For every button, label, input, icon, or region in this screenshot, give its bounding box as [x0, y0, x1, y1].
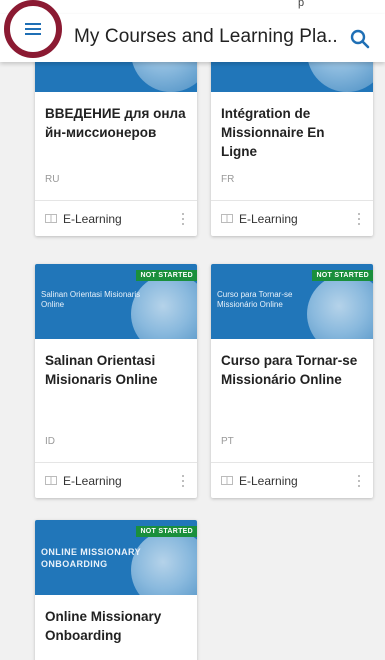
more-options-button[interactable]	[175, 210, 191, 228]
course-type: E-Learning	[63, 473, 122, 488]
course-language: RU	[45, 174, 60, 185]
course-card[interactable]: NOT STARTED Curso para Tornar-se Mission…	[211, 264, 373, 498]
more-options-button[interactable]	[351, 472, 367, 490]
course-type: E-Learning	[239, 473, 298, 488]
elearning-icon	[45, 475, 57, 485]
elearning-icon	[45, 213, 57, 223]
course-type: E-Learning	[239, 211, 298, 226]
elearning-icon	[221, 475, 233, 485]
card-footer: E-Learning	[211, 200, 373, 236]
course-banner: NOT STARTED ONLINE MISSIONARY ONBOARDING	[35, 520, 197, 595]
menu-button[interactable]	[4, 0, 62, 58]
course-grid: ВВЕДЕНИЕ для онла йн-миссионеров RU E-Le…	[0, 62, 385, 660]
globe-image	[307, 62, 373, 92]
elearning-icon	[221, 213, 233, 223]
banner-text: Salinan Orientasi Misionaris Online	[41, 290, 141, 309]
globe-image	[131, 62, 197, 92]
card-footer: E-Learning	[211, 462, 373, 498]
status-badge: NOT STARTED	[136, 270, 197, 281]
more-options-button[interactable]	[175, 472, 191, 490]
course-banner: NOT STARTED Curso para Tornar-se Mission…	[211, 264, 373, 339]
course-title: Salinan Orientasi Misionaris Online	[45, 353, 158, 387]
search-button[interactable]	[349, 28, 371, 50]
course-card[interactable]: ВВЕДЕНИЕ для онла йн-миссионеров RU E-Le…	[35, 62, 197, 236]
course-banner: NOT STARTED Salinan Orientasi Misionaris…	[35, 264, 197, 339]
course-card[interactable]: NOT STARTED ONLINE MISSIONARY ONBOARDING…	[35, 520, 197, 660]
course-banner	[211, 62, 373, 92]
more-options-button[interactable]	[351, 210, 367, 228]
banner-text: ONLINE MISSIONARY ONBOARDING	[41, 547, 141, 569]
card-footer: E-Learning	[35, 462, 197, 498]
kebab-icon	[358, 213, 360, 215]
course-title: ВВЕДЕНИЕ для онла йн-миссионеров	[45, 106, 186, 140]
kebab-icon	[182, 213, 184, 215]
course-title: Intégration de Missionnaire En Ligne	[221, 106, 325, 159]
course-language: FR	[221, 174, 235, 185]
course-language: ID	[45, 436, 55, 447]
status-badge: NOT STARTED	[312, 270, 373, 281]
course-title: Online Missionary Onboarding	[45, 609, 162, 643]
course-title: Curso para Tornar-se Missionário Online	[221, 353, 358, 387]
kebab-icon	[182, 475, 184, 477]
card-footer: E-Learning	[35, 200, 197, 236]
course-language: PT	[221, 436, 234, 447]
status-strip: p	[0, 0, 385, 14]
course-type: E-Learning	[63, 211, 122, 226]
course-card[interactable]: Intégration de Missionnaire En Ligne FR …	[211, 62, 373, 236]
status-fragment: p	[298, 0, 305, 9]
banner-text: Curso para Tornar-se Missionário Online	[217, 290, 293, 309]
hamburger-icon	[25, 23, 41, 35]
status-badge: NOT STARTED	[136, 526, 197, 537]
kebab-icon	[358, 475, 360, 477]
course-card[interactable]: NOT STARTED Salinan Orientasi Misionaris…	[35, 264, 197, 498]
search-icon	[350, 29, 370, 49]
page-title: My Courses and Learning Pla..	[74, 26, 338, 47]
course-banner	[35, 62, 197, 92]
